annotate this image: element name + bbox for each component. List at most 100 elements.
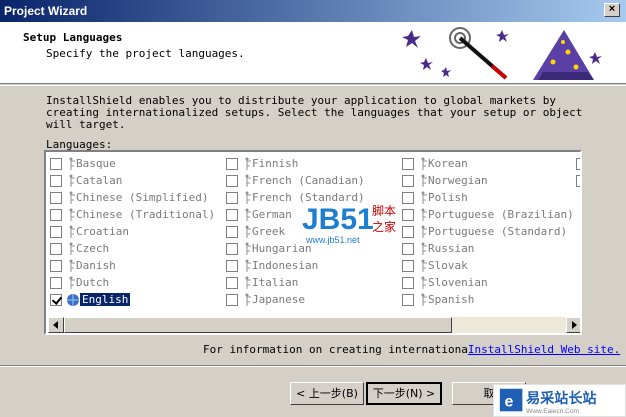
language-item[interactable]: Indonesian (226, 257, 318, 274)
language-item[interactable]: Japanese (226, 291, 305, 308)
language-item[interactable]: Czech (50, 240, 109, 257)
tree-icon (421, 208, 427, 221)
language-item[interactable]: Norwegian (402, 172, 488, 189)
watermark-site-url: Www.Eaiecn.Com (526, 408, 579, 415)
installshield-web-link[interactable]: InstallShield Web site. (468, 343, 620, 356)
language-checkbox[interactable] (576, 174, 580, 187)
site-watermark-logo: e 易采站长站 Www.Eaiecn.Com (493, 384, 626, 417)
horizontal-scrollbar[interactable] (48, 317, 580, 333)
tree-icon (245, 259, 251, 272)
tree-icon (69, 157, 75, 170)
language-checkbox[interactable] (226, 259, 238, 272)
language-item[interactable]: Hungarian (226, 240, 312, 257)
language-checkbox[interactable] (50, 191, 62, 204)
language-item[interactable]: Italian (226, 274, 298, 291)
language-label: Slovak (428, 259, 468, 272)
language-item[interactable]: Dutch (50, 274, 109, 291)
language-checkbox[interactable] (50, 276, 62, 289)
tree-icon (245, 276, 251, 289)
language-checkbox[interactable] (226, 242, 238, 255)
language-item[interactable]: Slovak (402, 257, 468, 274)
language-item[interactable]: Basque (50, 155, 116, 172)
language-label: English (80, 293, 131, 306)
language-item[interactable]: Spanish (402, 291, 474, 308)
tree-icon (69, 191, 75, 204)
tree-icon (69, 259, 75, 272)
language-item[interactable]: Finnish (226, 155, 298, 172)
watermark-url: www.jb51.net (305, 235, 360, 245)
language-checkbox[interactable] (226, 225, 238, 238)
footer-divider-highlight (0, 366, 626, 367)
tree-icon (421, 191, 427, 204)
language-label: Finnish (252, 157, 299, 170)
language-item[interactable]: Korean (402, 155, 468, 172)
tree-icon (69, 276, 75, 289)
language-label: Indonesian (252, 259, 319, 272)
language-checkbox[interactable] (226, 276, 238, 289)
tree-icon (421, 157, 427, 170)
next-button[interactable]: 下一步(N) > (366, 382, 442, 405)
language-item[interactable]: French (Canadian) (226, 172, 365, 189)
language-checkbox[interactable] (50, 174, 62, 187)
language-item-clipped[interactable] (576, 155, 580, 172)
scroll-left-button[interactable] (48, 317, 64, 333)
scroll-right-button[interactable] (566, 317, 580, 333)
language-checkbox[interactable] (402, 259, 414, 272)
language-checkbox[interactable] (226, 293, 238, 306)
language-checkbox[interactable] (50, 259, 62, 272)
language-label: Croatian (76, 225, 129, 238)
language-checkbox[interactable] (50, 208, 62, 221)
language-item[interactable]: Catalan (50, 172, 122, 189)
language-item[interactable]: Greek (226, 223, 285, 240)
language-checkbox[interactable] (576, 157, 580, 170)
language-label: Polish (428, 191, 468, 204)
language-checkbox[interactable] (50, 225, 62, 238)
watermark-brand: JB51 (302, 203, 374, 236)
language-checkbox[interactable] (50, 157, 62, 170)
close-button[interactable]: × (604, 3, 620, 17)
tree-icon (245, 157, 251, 170)
watermark-site-name: 易采站长站 (526, 390, 596, 407)
language-label: Danish (76, 259, 116, 272)
language-checkbox[interactable] (402, 157, 414, 170)
language-item-clipped[interactable] (576, 172, 580, 189)
language-item[interactable]: Danish (50, 257, 116, 274)
language-checkbox[interactable] (226, 174, 238, 187)
language-label: Russian (428, 242, 475, 255)
language-label: Catalan (76, 174, 123, 187)
language-item[interactable]: German (226, 206, 292, 223)
back-button[interactable]: < 上一步(B) (290, 382, 364, 405)
language-checkbox[interactable] (402, 276, 414, 289)
language-checkbox[interactable] (226, 191, 238, 204)
tree-icon (421, 225, 427, 238)
language-label: Dutch (76, 276, 110, 289)
globe-icon (67, 293, 79, 306)
language-item[interactable]: Chinese (Traditional) (50, 206, 215, 223)
language-item[interactable]: Slovenian (402, 274, 488, 291)
language-checkbox[interactable] (402, 293, 414, 306)
language-label: Chinese (Simplified) (76, 191, 209, 204)
language-label: Korean (428, 157, 468, 170)
language-checkbox[interactable] (50, 242, 62, 255)
language-checkbox[interactable] (402, 174, 414, 187)
language-item[interactable]: Chinese (Simplified) (50, 189, 208, 206)
language-checkbox[interactable] (226, 157, 238, 170)
tree-icon (69, 174, 75, 187)
page-title: Setup Languages (23, 31, 123, 44)
language-item[interactable]: English (50, 291, 131, 308)
language-checkbox[interactable] (50, 293, 62, 306)
language-label: Greek (252, 225, 286, 238)
language-label: Portuguese (Brazilian) (428, 208, 574, 221)
language-item[interactable]: Polish (402, 189, 468, 206)
arrow-right-icon (572, 321, 577, 329)
language-item[interactable]: Croatian (50, 223, 129, 240)
language-item[interactable]: Russian (402, 240, 474, 257)
language-item[interactable]: Portuguese (Standard) (402, 223, 567, 240)
scroll-thumb[interactable] (64, 317, 452, 333)
tree-icon (245, 242, 251, 255)
language-checkbox[interactable] (226, 208, 238, 221)
language-label: German (252, 208, 292, 221)
arrow-left-icon (53, 321, 58, 329)
wizard-header: Setup Languages Specify the project lang… (0, 22, 626, 84)
language-item[interactable]: Portuguese (Brazilian) (402, 206, 574, 223)
